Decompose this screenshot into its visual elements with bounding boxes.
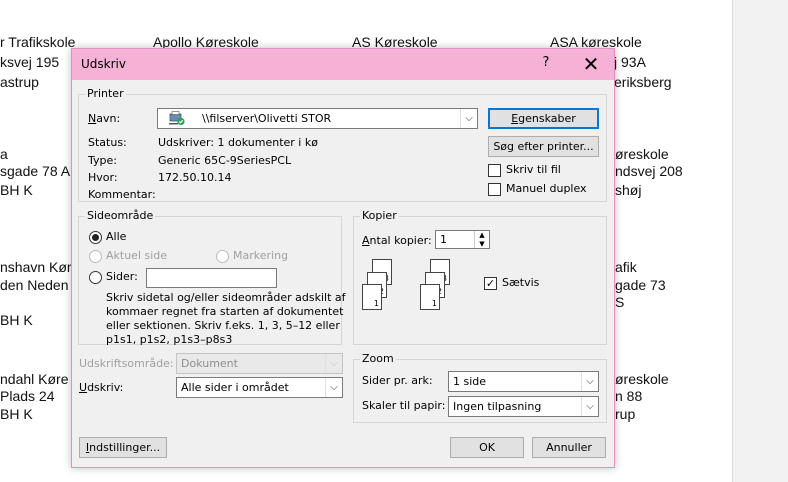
- printer-name-value: \\filserver\Olivetti STOR: [202, 112, 332, 125]
- copies-number-input[interactable]: 1 ▲ ▼: [435, 230, 490, 249]
- chevron-down-icon[interactable]: ⌵: [581, 397, 598, 416]
- pages-per-sheet-select[interactable]: 1 side ⌵: [448, 371, 599, 392]
- chevron-down-icon[interactable]: ⌵: [460, 109, 477, 128]
- doc-fragment: den Neden V: [0, 277, 82, 293]
- help-line: eller sektionen. Skriv f.eks. 1, 3, 5–12…: [106, 319, 340, 332]
- doc-fragment: ndsvej 208: [615, 163, 683, 179]
- cancel-button[interactable]: Annuller: [532, 437, 606, 458]
- radio-current-page[interactable]: [89, 250, 102, 263]
- type-value: Generic 65C-9SeriesPCL: [158, 154, 292, 167]
- options-button[interactable]: Indstillinger...: [79, 437, 167, 458]
- radio-all[interactable]: [89, 231, 102, 244]
- chevron-down-icon[interactable]: ⌵: [325, 378, 342, 397]
- help-line: p1s1, p1s2, p1s3–p8s3: [106, 333, 233, 346]
- pages-input[interactable]: [146, 268, 277, 288]
- doc-line: r Trafikskole: [0, 34, 76, 50]
- doc-fragment: BH K: [0, 406, 33, 422]
- close-button[interactable]: ✕: [576, 53, 606, 75]
- pages-per-sheet-label: Sider pr. ark:: [362, 374, 433, 387]
- print-to-file-label[interactable]: Skriv til fil: [506, 163, 561, 176]
- radio-current-page-label[interactable]: Aktuel side: [106, 249, 167, 262]
- ok-button[interactable]: OK: [450, 437, 524, 458]
- radio-selection[interactable]: [216, 250, 229, 263]
- print-to-file-checkbox[interactable]: [488, 164, 501, 177]
- status-label: Status:: [88, 136, 127, 149]
- dialog-title: Udskriv: [81, 57, 126, 71]
- doc-line: astrup: [0, 74, 39, 90]
- zoom-group: Zoom Sider pr. ark: 1 side ⌵ Skaler til …: [353, 352, 607, 423]
- print-select[interactable]: Alle sider i området ⌵: [176, 377, 343, 398]
- print-dialog: Udskriv ? ✕ Printer Navn: \\filserver\Ol…: [71, 48, 615, 468]
- printer-name-select[interactable]: \\filserver\Olivetti STOR ⌵: [157, 108, 478, 129]
- manual-duplex-checkbox[interactable]: [488, 183, 501, 196]
- collate-preview-icon: 3 2 1: [420, 259, 470, 313]
- where-value: 172.50.10.14: [158, 171, 232, 184]
- print-label: Udskriv:: [79, 381, 124, 394]
- doc-fragment: shøj: [615, 182, 642, 198]
- doc-fragment: n 88: [615, 388, 643, 404]
- help-button[interactable]: ?: [536, 55, 556, 75]
- find-printer-button[interactable]: Søg efter printer...: [488, 136, 599, 157]
- copies-number-label: Antal kopier:: [362, 234, 432, 247]
- radio-pages-label[interactable]: Sider:: [106, 270, 138, 283]
- doc-fragment: nshavn Køre: [0, 259, 80, 275]
- page-range-group: Sideområde Alle Aktuel side Markering Si…: [78, 209, 346, 346]
- print-value: Alle sider i området: [181, 381, 289, 394]
- doc-column-1: r Trafikskole ksvej 195 astrup: [0, 32, 75, 92]
- print-what-label: Udskriftsområde:: [79, 357, 174, 370]
- page-range-legend: Sideområde: [85, 209, 156, 222]
- collate-checkbox[interactable]: ✓: [484, 277, 497, 290]
- status-value: Udskriver: 1 dokumenter i kø: [158, 136, 318, 149]
- print-what-value: Dokument: [181, 357, 238, 370]
- collate-preview-icon: 3 2 1: [362, 259, 412, 313]
- page-range-help: Skriv sidetal og/eller sideområder adski…: [106, 291, 346, 347]
- doc-fragment: afik: [615, 259, 637, 275]
- scale-to-paper-value: Ingen tilpasning: [453, 400, 542, 413]
- where-label: Hvor:: [88, 171, 118, 184]
- spin-up-icon[interactable]: ▲: [474, 231, 489, 240]
- properties-button[interactable]: Egenskaber: [488, 108, 599, 129]
- scale-to-paper-select[interactable]: Ingen tilpasning ⌵: [448, 396, 599, 417]
- printer-legend: Printer: [85, 87, 126, 100]
- printer-group: Printer Navn: \\filserver\Olivetti STOR …: [78, 87, 607, 202]
- chevron-down-icon[interactable]: ⌵: [581, 372, 598, 391]
- copies-number-value: 1: [440, 233, 447, 246]
- print-what-select[interactable]: Dokument ⌵: [176, 353, 343, 374]
- collate-label[interactable]: Sætvis: [502, 276, 539, 289]
- dialog-titlebar[interactable]: Udskriv ? ✕: [72, 49, 614, 80]
- scale-to-paper-label: Skaler til papir:: [362, 399, 446, 412]
- help-line: kommaer regnet fra starten af dokumentet: [106, 305, 344, 318]
- doc-fragment: S: [615, 294, 625, 310]
- doc-fragment: rup: [615, 406, 636, 422]
- pages-per-sheet-value: 1 side: [453, 375, 487, 388]
- printer-name-label: Navn:: [88, 112, 121, 125]
- doc-line: ksvej 195: [0, 54, 60, 70]
- page-number: 1: [431, 299, 437, 308]
- document-margin: [732, 0, 788, 482]
- radio-selection-label[interactable]: Markering: [233, 249, 288, 262]
- doc-fragment: BH K: [0, 182, 33, 198]
- help-line: Skriv sidetal og/eller sideområder adski…: [106, 291, 346, 304]
- copies-legend: Kopier: [360, 209, 399, 222]
- type-label: Type:: [88, 154, 117, 167]
- comment-label: Kommentar:: [88, 188, 156, 201]
- network-printer-icon: [169, 111, 185, 126]
- zoom-legend: Zoom: [360, 352, 396, 365]
- copies-group: Kopier Antal kopier: 1 ▲ ▼ 3 2 1 3 2 1 ✓…: [353, 209, 607, 345]
- doc-fragment: BH K: [0, 312, 33, 328]
- doc-fragment: sgade 78 A,: [0, 163, 74, 179]
- radio-pages[interactable]: [89, 271, 102, 284]
- manual-duplex-label[interactable]: Manuel duplex: [506, 182, 587, 195]
- spin-down-icon[interactable]: ▼: [474, 240, 489, 248]
- doc-fragment: Plads 24: [0, 388, 55, 404]
- chevron-down-icon: ⌵: [325, 354, 342, 373]
- radio-all-label[interactable]: Alle: [106, 230, 126, 243]
- page-number: 1: [373, 299, 379, 308]
